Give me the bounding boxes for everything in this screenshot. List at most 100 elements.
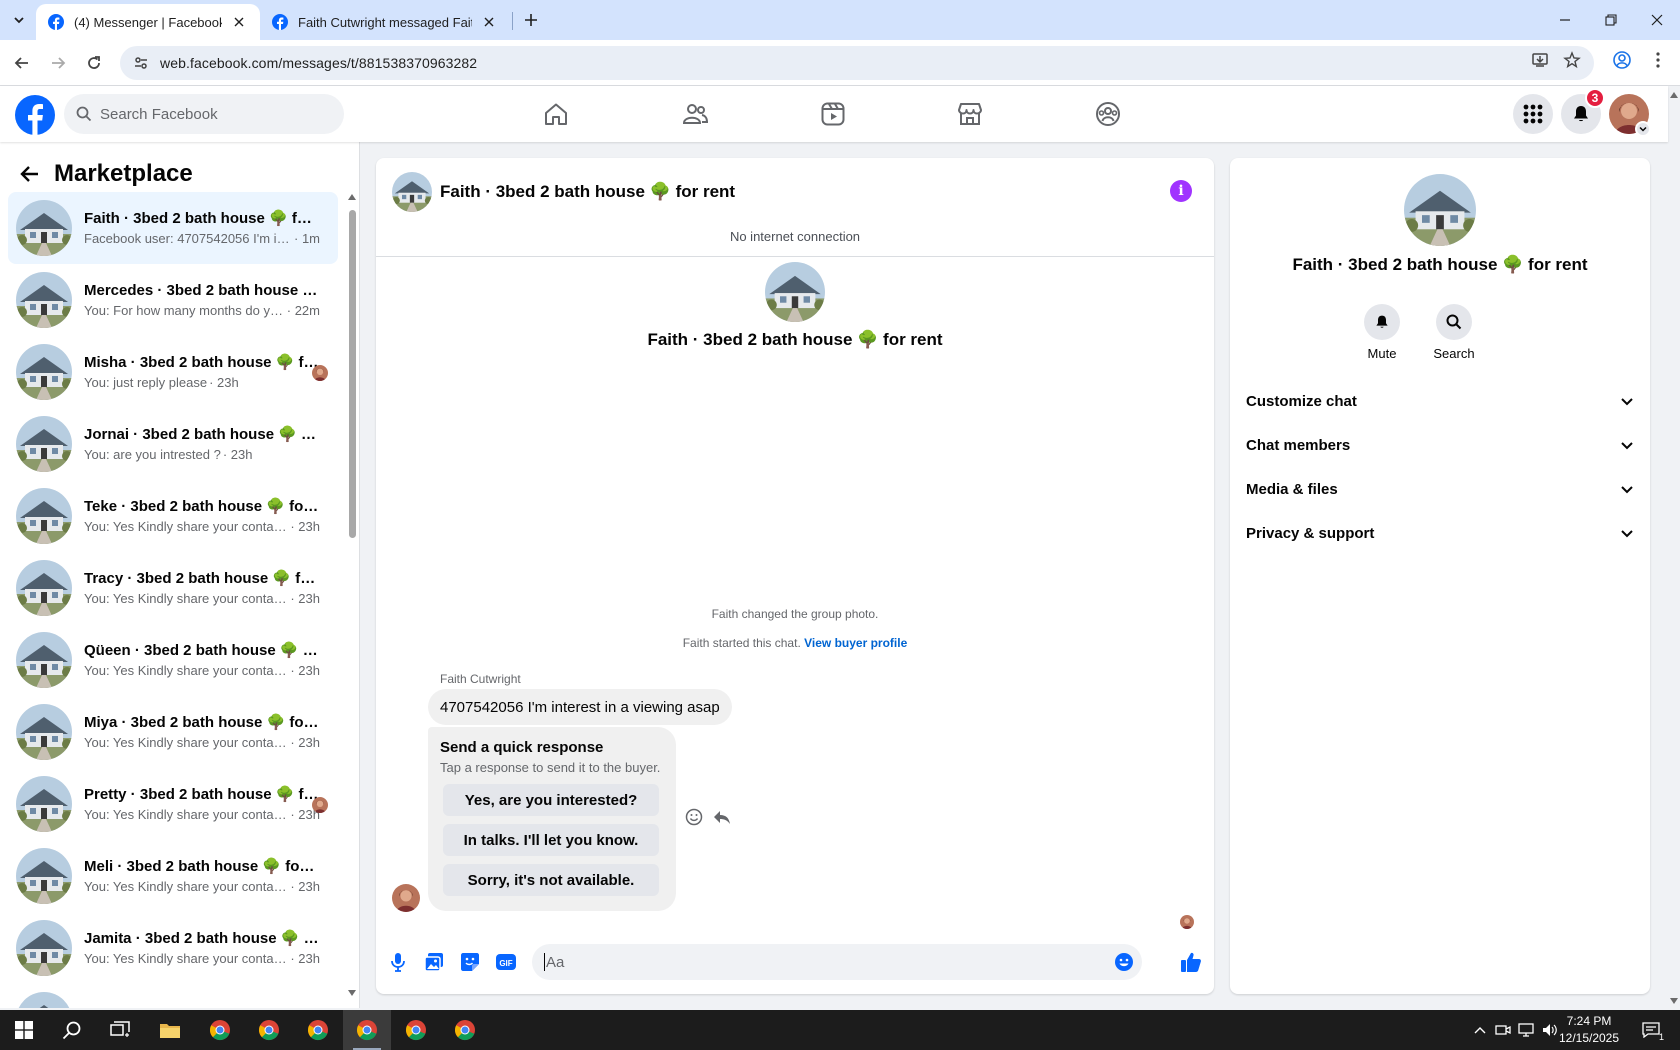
- privacy-and-support-section[interactable]: Privacy & support: [1246, 511, 1634, 555]
- conversation-item[interactable]: Tracy · 3bed 2 bath house 🌳 for rent You:…: [8, 552, 338, 624]
- close-tab-button[interactable]: [480, 13, 498, 31]
- page-scroll-up-arrow[interactable]: [1668, 88, 1680, 102]
- conversation-info-panel: Faith · 3bed 2 bath house 🌳 for rent Mut…: [1230, 158, 1650, 994]
- browser-menu-button[interactable]: [1646, 48, 1670, 72]
- conversation-item[interactable]: Mercedes · 3bed 2 bath house 🌳 for rent Y…: [8, 264, 338, 336]
- conversation-name: Mercedes · 3bed 2 bath house 🌳 for rent: [84, 281, 320, 299]
- menu-button[interactable]: [1513, 94, 1553, 134]
- page-scroll-down-arrow[interactable]: [1668, 994, 1680, 1008]
- view-buyer-profile-link[interactable]: View buyer profile: [804, 636, 907, 650]
- network-tray-button[interactable]: [1516, 1020, 1536, 1040]
- quick-response-in-talks-button[interactable]: In talks. I'll let you know.: [443, 824, 659, 856]
- like-button[interactable]: [1179, 950, 1203, 974]
- meet-now-tray-button[interactable]: [1493, 1020, 1513, 1040]
- conversation-item[interactable]: Teke · 3bed 2 bath house 🌳 for rent You: …: [8, 480, 338, 552]
- facebook-logo-icon[interactable]: [15, 95, 55, 135]
- browser-tab-notification[interactable]: Faith Cutwright messaged Faith: [260, 4, 510, 40]
- network-icon: [1518, 1023, 1534, 1037]
- incoming-message-bubble[interactable]: 4707542056 I'm interest in a viewing asa…: [428, 689, 732, 725]
- chat-avatar[interactable]: [392, 172, 432, 212]
- customize-chat-section[interactable]: Customize chat: [1246, 379, 1634, 423]
- conversation-item[interactable]: Jamita · 3bed 2 bath house 🌳 for rent You…: [8, 912, 338, 984]
- chrome-profile-1-button[interactable]: [196, 1010, 244, 1050]
- show-hidden-icons-button[interactable]: [1470, 1020, 1490, 1040]
- media-and-files-section[interactable]: Media & files: [1246, 467, 1634, 511]
- minimize-window-button[interactable]: [1542, 0, 1588, 40]
- nav-groups[interactable]: [1052, 90, 1164, 138]
- close-window-button[interactable]: [1634, 0, 1680, 40]
- conversation-item[interactable]: Misha · 3bed 2 bath house 🌳 for rent You:…: [8, 336, 338, 408]
- notification-center-button[interactable]: 1: [1636, 1016, 1666, 1044]
- chrome-profile-4-button[interactable]: [343, 1010, 391, 1050]
- profile-button[interactable]: [1610, 48, 1634, 72]
- conversation-intro-avatar: [765, 262, 825, 322]
- chevron-up-icon: [1474, 1027, 1486, 1034]
- quick-response-yes-button[interactable]: Yes, are you interested?: [443, 784, 659, 816]
- task-view-button[interactable]: [96, 1010, 144, 1050]
- triangle-down-icon: [1670, 998, 1678, 1004]
- tab-search-button[interactable]: [6, 8, 32, 32]
- restore-window-button[interactable]: [1588, 0, 1634, 40]
- conversation-time: · 23h: [290, 590, 320, 606]
- close-tab-button[interactable]: [230, 13, 248, 31]
- chat-title[interactable]: Faith · 3bed 2 bath house 🌳 for rent: [440, 182, 735, 202]
- back-arrow-icon[interactable]: [20, 164, 40, 184]
- voice-clip-button[interactable]: [386, 950, 410, 974]
- facebook-search[interactable]: [64, 94, 344, 134]
- nav-home[interactable]: [500, 90, 612, 138]
- back-button[interactable]: [8, 49, 36, 77]
- triangle-up-icon: [348, 194, 356, 200]
- facebook-search-input[interactable]: [100, 105, 320, 123]
- conversation-item[interactable]: Meli · 3bed 2 bath house 🌳 for rent You: …: [8, 840, 338, 912]
- browser-tab-messenger[interactable]: (4) Messenger | Facebook: [36, 4, 260, 40]
- chrome-profile-2-icon: [257, 1018, 281, 1042]
- nav-marketplace[interactable]: [914, 90, 1026, 138]
- install-app-button[interactable]: [1528, 48, 1552, 72]
- taskbar-search-button[interactable]: [48, 1010, 96, 1050]
- conversation-item[interactable]: Miya · 3bed 2 bath house 🌳 for rent You: …: [8, 696, 338, 768]
- conversation-item[interactable]: Qüeen · 3bed 2 bath house 🌳 for rent You:…: [8, 624, 338, 696]
- chrome-profile-6-button[interactable]: [441, 1010, 489, 1050]
- bookmark-button[interactable]: [1560, 48, 1584, 72]
- nav-video[interactable]: [777, 90, 889, 138]
- chat-members-section[interactable]: Chat members: [1246, 423, 1634, 467]
- conversation-time: · 23h: [209, 374, 239, 390]
- account-menu-button[interactable]: [1635, 121, 1651, 137]
- message-sender-avatar[interactable]: [392, 884, 420, 912]
- gif-button[interactable]: GIF: [494, 950, 518, 974]
- react-button[interactable]: [683, 806, 705, 828]
- conversation-item[interactable]: Andrey · 3bed 2 bath house 🌳 for rent: [8, 984, 338, 1008]
- sidebar-title: Marketplace: [54, 160, 193, 187]
- conversation-info-button[interactable]: i: [1170, 180, 1192, 202]
- message-input[interactable]: [546, 953, 1086, 971]
- mute-button[interactable]: Mute: [1347, 304, 1417, 361]
- sidebar-scrollbar-thumb[interactable]: [349, 210, 356, 538]
- search-in-conversation-button[interactable]: Search: [1419, 304, 1489, 361]
- nav-friends[interactable]: [639, 90, 751, 138]
- chrome-profile-5-button[interactable]: [392, 1010, 440, 1050]
- taskbar-clock[interactable]: 7:24 PM 12/15/2025: [1543, 1013, 1635, 1047]
- address-bar[interactable]: web.facebook.com/messages/t/881538370963…: [120, 46, 1594, 80]
- chrome-profile-2-button[interactable]: [245, 1010, 293, 1050]
- site-info-button[interactable]: [126, 55, 156, 71]
- sticker-button[interactable]: [458, 950, 482, 974]
- forward-button[interactable]: [44, 49, 72, 77]
- start-button[interactable]: [0, 1010, 48, 1050]
- new-tab-button[interactable]: [519, 8, 543, 32]
- triangle-down-icon[interactable]: [348, 990, 356, 996]
- conversation-name: Faith · 3bed 2 bath house 🌳 for rent: [84, 209, 320, 227]
- message-input-container[interactable]: [532, 944, 1142, 980]
- attach-photo-button[interactable]: [422, 950, 446, 974]
- read-receipt-avatar: [1180, 915, 1194, 929]
- conversation-item[interactable]: Faith · 3bed 2 bath house 🌳 for rent Face…: [8, 192, 338, 264]
- conversation-avatar: [16, 704, 72, 760]
- chrome-profile-3-button[interactable]: [294, 1010, 342, 1050]
- conversation-item[interactable]: Jornai · 3bed 2 bath house 🌳 for rent You…: [8, 408, 338, 480]
- reply-button[interactable]: [711, 806, 733, 828]
- file-explorer-button[interactable]: [146, 1010, 194, 1050]
- reload-button[interactable]: [80, 49, 108, 77]
- conversation-preview: You: Yes Kindly share your contact numbe…: [84, 590, 288, 606]
- quick-response-not-available-button[interactable]: Sorry, it's not available.: [443, 864, 659, 896]
- conversation-item[interactable]: Pretty · 3bed 2 bath house 🌳 for rent You…: [8, 768, 338, 840]
- emoji-icon[interactable]: [1114, 952, 1134, 972]
